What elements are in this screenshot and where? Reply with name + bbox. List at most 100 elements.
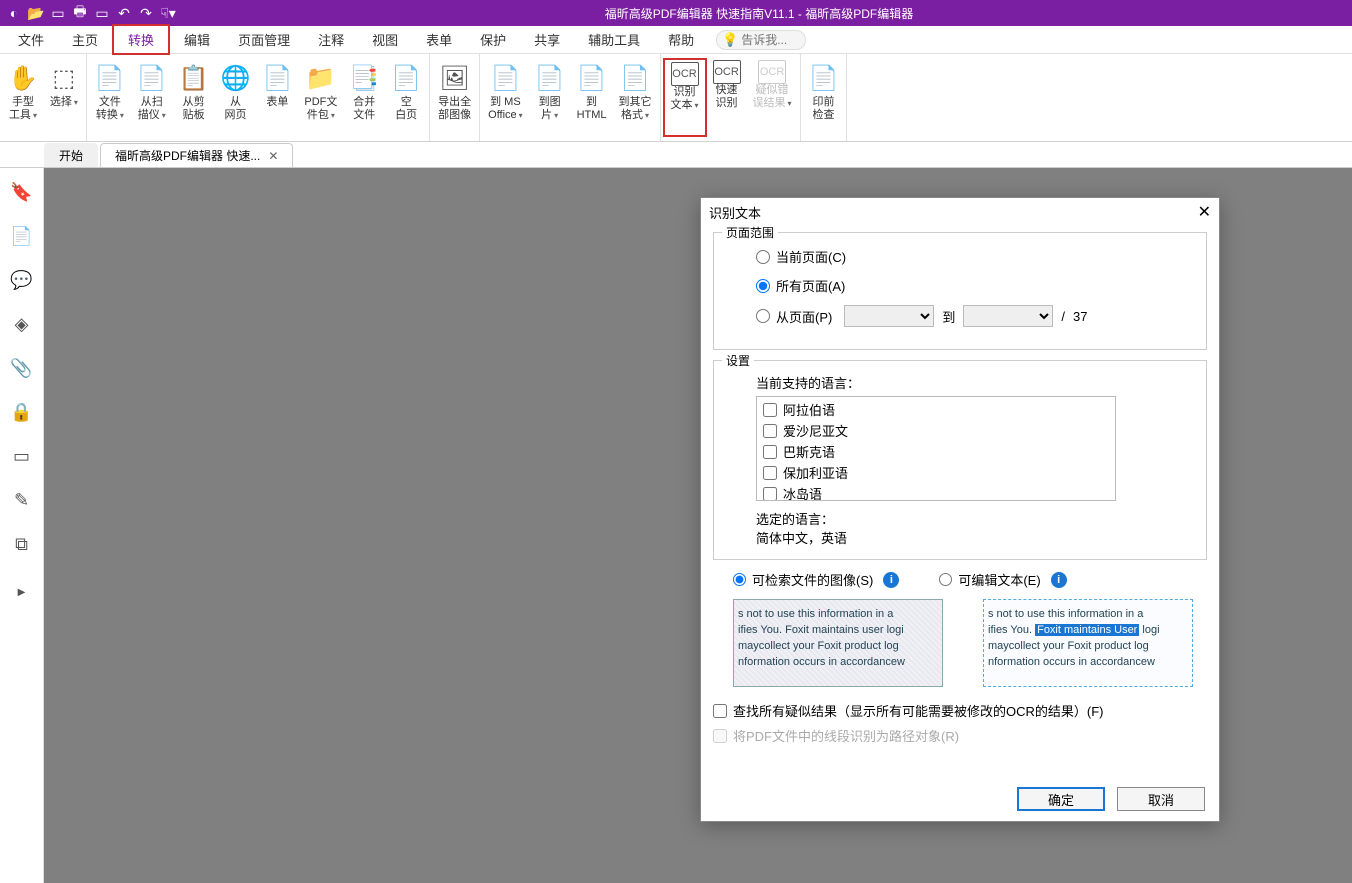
label-current-page: 当前页面(C) [776,247,846,266]
ribbon-preflight[interactable]: 📄印前 检查 [803,58,845,137]
menu-item-6[interactable]: 视图 [358,26,412,53]
menu-item-10[interactable]: 辅助工具 [574,26,654,53]
menu-item-7[interactable]: 表单 [412,26,466,53]
lang-option[interactable]: 保加利亚语 [759,462,1113,483]
bookmark-icon[interactable]: 🔖 [10,180,34,204]
menu-item-8[interactable]: 保护 [466,26,520,53]
ribbon-from-scan[interactable]: 📄从扫 描仪 [131,58,173,137]
ribbon-to-img[interactable]: 📄到图 片 [529,58,571,137]
layers-icon[interactable]: ◈ [10,312,34,336]
lang-checkbox[interactable] [763,445,777,459]
radio-editable-row[interactable]: 可编辑文本(E) i [939,570,1066,589]
lang-label: 爱沙尼亚文 [783,421,848,440]
to-page-combo[interactable] [963,305,1053,327]
page-range-legend: 页面范围 [722,226,778,241]
radio-current-page[interactable] [756,250,770,264]
quick-access-toolbar: ◐ 📂 ▭ 🖶 ▭ ↶ ↷ ☟▾ [0,5,182,21]
security-icon[interactable]: 🔒 [10,400,34,424]
ribbon-form[interactable]: 📄表单 [256,58,298,137]
dialog-title: 识别文本 [709,203,761,222]
ribbon-hand[interactable]: ✋手型 工具 [2,58,44,137]
comment-icon[interactable]: 💬 [10,268,34,292]
ocr-text-icon: OCR [671,62,699,86]
snapshot-icon[interactable]: ⧉ [10,532,34,556]
from-scan-icon: 📄 [137,60,167,96]
page-sep: / [1061,309,1065,324]
ribbon-merge[interactable]: 📑合并 文件 [343,58,385,137]
from-page-combo[interactable] [844,305,934,327]
open-icon[interactable]: 📂 [28,5,44,21]
lang-checkbox[interactable] [763,403,777,417]
attach-icon[interactable]: 📎 [10,356,34,380]
menu-item-1[interactable]: 主页 [58,26,112,53]
lang-option[interactable]: 阿拉伯语 [759,399,1113,420]
ribbon-ocr-text[interactable]: OCR识别 文本 [663,58,707,137]
radio-all-pages[interactable] [756,279,770,293]
form-panel-icon[interactable]: ▭ [10,444,34,468]
to-other-label: 到其它 格式 [619,96,652,122]
hand-label: 手型 工具 [9,96,37,122]
save-icon[interactable]: ▭ [50,5,66,21]
ribbon-select[interactable]: ⬚选择 [44,58,84,137]
ribbon-from-clip[interactable]: 📋从剪 贴板 [173,58,215,137]
print-icon[interactable]: 🖶 [72,5,88,21]
export-img-label: 导出全 部图像 [438,96,471,122]
ribbon-file-convert[interactable]: 📄文件 转换 [89,58,131,137]
menu-item-5[interactable]: 注释 [304,26,358,53]
lang-checkbox[interactable] [763,424,777,438]
ribbon-ocr-quick[interactable]: OCR快速 识别 [707,58,747,137]
page-range-group: 页面范围 当前页面(C) 所有页面(A) 从页面(P) 到 / 37 [713,232,1207,350]
email-icon[interactable]: ▭ [94,5,110,21]
search-box[interactable]: 💡 [716,30,806,50]
expand-icon[interactable]: ▶ [10,580,34,604]
preview-searchable: s not to use this information in a ifies… [733,599,943,687]
menu-item-2[interactable]: 转换 [112,24,170,55]
signature-icon[interactable]: ✎ [10,488,34,512]
check-find-suspects[interactable] [713,704,727,718]
ribbon-to-other[interactable]: 📄到其它 格式 [613,58,658,137]
doc-tab-0[interactable]: 开始 [44,143,98,167]
form-icon: 📄 [262,60,292,96]
menu-item-0[interactable]: 文件 [4,26,58,53]
lang-option[interactable]: 冰岛语 [759,483,1113,501]
ribbon-from-web[interactable]: 🌐从 网页 [215,58,257,137]
ribbon-export-img[interactable]: 🖼导出全 部图像 [432,58,477,137]
tab-label: 开始 [59,147,83,164]
undo-icon[interactable]: ↶ [116,5,132,21]
radio-editable[interactable] [939,573,952,586]
close-icon[interactable]: ✕ [1198,202,1211,222]
lang-checkbox[interactable] [763,466,777,480]
radio-searchable-row[interactable]: 可检索文件的图像(S) i [733,570,899,589]
lang-checkbox[interactable] [763,487,777,501]
preflight-icon: 📄 [809,60,839,96]
menu-item-11[interactable]: 帮助 [654,26,708,53]
from-clip-icon: 📋 [179,60,209,96]
ok-button[interactable]: 确定 [1017,787,1105,811]
ribbon-blank[interactable]: 📄空 白页 [385,58,427,137]
menu-item-4[interactable]: 页面管理 [224,26,304,53]
tab-close-icon[interactable]: ✕ [268,149,278,163]
lang-option[interactable]: 爱沙尼亚文 [759,420,1113,441]
ribbon-to-html[interactable]: 📄到 HTML [571,58,613,137]
menu-bar: 文件主页转换编辑页面管理注释视图表单保护共享辅助工具帮助 💡 [0,26,1352,54]
lang-option[interactable]: 巴斯克语 [759,441,1113,462]
ribbon-to-ms[interactable]: 📄到 MS Office [482,58,529,137]
cancel-button[interactable]: 取消 [1117,787,1205,811]
pages-icon[interactable]: 📄 [10,224,34,248]
info-icon[interactable]: i [883,572,899,588]
language-listbox[interactable]: 阿拉伯语爱沙尼亚文巴斯克语保加利亚语冰岛语波兰语 [756,396,1116,501]
menu-item-3[interactable]: 编辑 [170,26,224,53]
radio-from-page[interactable] [756,309,770,323]
menu-item-9[interactable]: 共享 [520,26,574,53]
ribbon-pdf-pkg[interactable]: 📁PDF文 件包 [298,58,343,137]
hand-icon: ✋ [8,60,38,96]
pdf-pkg-icon: 📁 [306,60,336,96]
doc-tab-1[interactable]: 福昕高级PDF编辑器 快速...✕ [100,143,293,167]
touch-icon[interactable]: ☟▾ [160,5,176,21]
redo-icon[interactable]: ↷ [138,5,154,21]
settings-legend: 设置 [722,352,754,369]
radio-searchable[interactable] [733,573,746,586]
info-icon[interactable]: i [1051,572,1067,588]
app-logo-icon: ◐ [6,5,22,21]
ribbon-group: 📄到 MS Office📄到图 片📄到 HTML📄到其它 格式 [480,54,660,141]
